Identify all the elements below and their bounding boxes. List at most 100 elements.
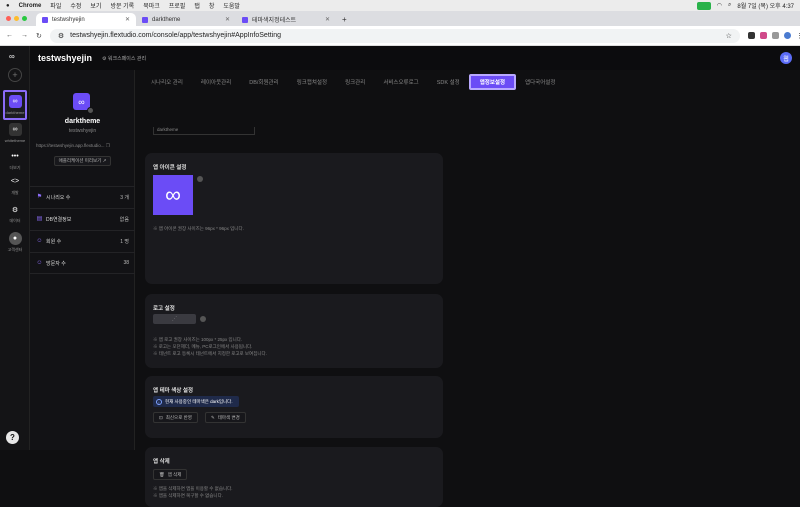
app-name-field[interactable]: darktheme bbox=[153, 127, 255, 135]
copy-icon[interactable]: ❐ bbox=[106, 143, 110, 148]
rail-item-darktheme[interactable]: ∞ darktheme bbox=[3, 90, 27, 120]
app-link[interactable]: https://testwshyejin.app.flextudio... ❐ bbox=[36, 143, 110, 149]
menubar-item[interactable]: 도움말 bbox=[223, 1, 240, 10]
rail-item-data[interactable]: ⚙ 데이터 bbox=[3, 203, 27, 224]
members-icon: ☺ bbox=[36, 238, 43, 244]
app-root: ∞ + ∞ darktheme ∞ whitetheme ••• 더보기 <> … bbox=[0, 46, 800, 507]
stat-label: DB연결정보 bbox=[46, 217, 72, 223]
edit-icon[interactable] bbox=[197, 176, 203, 182]
forward-icon[interactable]: → bbox=[21, 32, 28, 39]
workspace-link[interactable]: ⚙ 워크스페이스 관리 bbox=[102, 55, 146, 62]
reload-icon[interactable]: ↻ bbox=[36, 32, 42, 40]
reset-theme-button[interactable]: ⊡ 최신으로 반영 bbox=[153, 412, 198, 423]
tab-app-info[interactable]: 앱정보설정 bbox=[468, 74, 517, 90]
edit-icon[interactable] bbox=[200, 316, 206, 322]
tab-sdk[interactable]: SDK 설정 bbox=[428, 74, 469, 90]
close-window-icon[interactable] bbox=[6, 16, 11, 21]
database-icon: ▤ bbox=[36, 216, 43, 222]
button-label: 최신으로 반영 bbox=[165, 414, 192, 420]
code-icon: <> bbox=[10, 178, 20, 185]
menu-icon[interactable]: ⋮ bbox=[796, 32, 800, 40]
settings-tabs: 시나리오 관리 레이아웃관리 DB/회원관리 링크캡쳐설정 링크관리 서비스오류… bbox=[135, 70, 800, 94]
extension-icon[interactable] bbox=[747, 32, 755, 39]
rail-label: 데이터 bbox=[9, 218, 21, 223]
scenario-icon: ⚑ bbox=[36, 194, 43, 200]
menubar-item[interactable]: 창 bbox=[209, 1, 215, 10]
macos-menubar: ● Chrome 파일 수정 보기 방문 기록 북마크 프로필 탭 창 도움말 … bbox=[0, 0, 800, 11]
preview-button[interactable]: 애플리케이션 미리보기 ↗ bbox=[54, 156, 111, 166]
tab-db[interactable]: DB/회원관리 bbox=[240, 74, 287, 90]
logo-preview[interactable]: ⋰ bbox=[153, 314, 196, 324]
menubar-item[interactable]: 파일 bbox=[50, 1, 61, 10]
tab-scenario[interactable]: 시나리오 관리 bbox=[142, 74, 192, 90]
card-title: 로고 설정 bbox=[153, 306, 175, 312]
clock[interactable]: 8월 7일 (목) 오후 4:37 bbox=[737, 1, 794, 10]
screen-record-icon[interactable] bbox=[696, 1, 711, 10]
close-tab-icon[interactable]: ✕ bbox=[225, 16, 230, 23]
extension-icon[interactable] bbox=[759, 32, 767, 39]
delete-app-button[interactable]: 🗑 앱 삭제 bbox=[153, 469, 188, 480]
menubar-app[interactable]: Chrome bbox=[19, 3, 42, 9]
rail-label: 개발 bbox=[11, 190, 19, 195]
rail-item-support[interactable]: ● 고객센터 bbox=[3, 232, 27, 253]
new-tab-button[interactable]: + bbox=[336, 13, 350, 26]
menubar-item[interactable]: 보기 bbox=[90, 1, 101, 10]
rail-item-whitetheme[interactable]: ∞ whitetheme bbox=[3, 123, 27, 143]
app-id: testwshyejin bbox=[68, 128, 97, 134]
profile-icon[interactable] bbox=[783, 32, 791, 39]
url-text: testwshyejin.flextudio.com/console/app/t… bbox=[70, 32, 282, 39]
help-button[interactable]: ? bbox=[6, 431, 19, 444]
add-app-button[interactable]: + bbox=[8, 68, 22, 82]
site-info-icon[interactable]: ⚙ bbox=[58, 32, 64, 40]
stat-label: 시나리오 수 bbox=[46, 195, 71, 201]
card-note: ※ 테넌트 로고 등록시 테넌트에서 지정한 로고로 보여집니다. bbox=[153, 351, 267, 356]
button-label: 앱 삭제 bbox=[167, 471, 182, 477]
change-theme-button[interactable]: ✎ 테마색 변경 bbox=[205, 412, 246, 423]
tab-error-log[interactable]: 서비스오류로그 bbox=[374, 74, 427, 90]
workspace-label: 워크스페이스 관리 bbox=[107, 55, 147, 62]
settings-badge-icon[interactable] bbox=[87, 107, 94, 114]
menubar-item[interactable]: 프로필 bbox=[169, 1, 186, 10]
back-icon[interactable]: ← bbox=[6, 32, 13, 39]
close-tab-icon[interactable]: ✕ bbox=[325, 16, 330, 23]
project-title[interactable]: testwshyejin bbox=[38, 53, 92, 63]
extension-icon[interactable] bbox=[771, 32, 779, 39]
browser-tab[interactable]: testwshyejin ✕ bbox=[36, 13, 136, 26]
browser-tab[interactable]: 테마색지정테스트 ✕ bbox=[236, 13, 336, 26]
rail-item-dev[interactable]: <> 개발 bbox=[3, 175, 27, 196]
stat-row: ⚑ 시나리오 수 3 개 bbox=[30, 186, 135, 208]
tab-layout[interactable]: 레이아웃관리 bbox=[192, 74, 240, 90]
url-field[interactable]: ⚙ testwshyejin.flextudio.com/console/app… bbox=[49, 28, 740, 43]
pencil-icon: ✎ bbox=[211, 414, 215, 420]
tab-i18n[interactable]: 앱다국어설정 bbox=[516, 74, 564, 90]
browser-tab[interactable]: darktheme ✕ bbox=[136, 13, 236, 26]
stat-value: 38 bbox=[123, 260, 129, 266]
user-icon: ● bbox=[8, 232, 22, 245]
button-label: 테마색 변경 bbox=[217, 414, 240, 420]
visitors-icon: ☺ bbox=[36, 259, 43, 266]
menubar-item[interactable]: 수정 bbox=[70, 1, 81, 10]
tab-link[interactable]: 링크관리 bbox=[336, 74, 374, 90]
bookmark-star-icon[interactable]: ☆ bbox=[726, 32, 732, 40]
avatar[interactable]: 웹 bbox=[780, 52, 792, 64]
menubar-item[interactable]: 북마크 bbox=[143, 1, 160, 10]
tab-link-capture[interactable]: 링크캡쳐설정 bbox=[288, 74, 336, 90]
wifi-icon[interactable]: ◠ bbox=[717, 2, 722, 9]
flextudio-logo-icon[interactable]: ∞ bbox=[9, 52, 15, 61]
apple-icon[interactable]: ● bbox=[6, 3, 10, 9]
search-icon[interactable]: ⌕ bbox=[728, 2, 731, 9]
app-logo-icon: ∞ bbox=[8, 123, 22, 136]
address-bar-row: ← → ↻ ⚙ testwshyejin.flextudio.com/conso… bbox=[0, 26, 800, 46]
stat-row: ▤ DB연결정보 없음 bbox=[30, 208, 135, 230]
close-tab-icon[interactable]: ✕ bbox=[125, 16, 130, 23]
minimize-window-icon[interactable] bbox=[14, 16, 19, 21]
app-icon-preview[interactable]: ∞ bbox=[153, 175, 193, 215]
rail-item-more[interactable]: ••• 더보기 bbox=[3, 150, 27, 171]
app-header: testwshyejin ⚙ 워크스페이스 관리 웹 bbox=[30, 46, 800, 70]
window-controls bbox=[6, 16, 27, 21]
app-logo-icon: ∞ bbox=[8, 95, 22, 108]
menubar-item[interactable]: 탭 bbox=[194, 1, 200, 10]
menubar-item[interactable]: 방문 기록 bbox=[110, 1, 134, 10]
zoom-window-icon[interactable] bbox=[22, 16, 27, 21]
favicon-icon bbox=[42, 16, 48, 23]
